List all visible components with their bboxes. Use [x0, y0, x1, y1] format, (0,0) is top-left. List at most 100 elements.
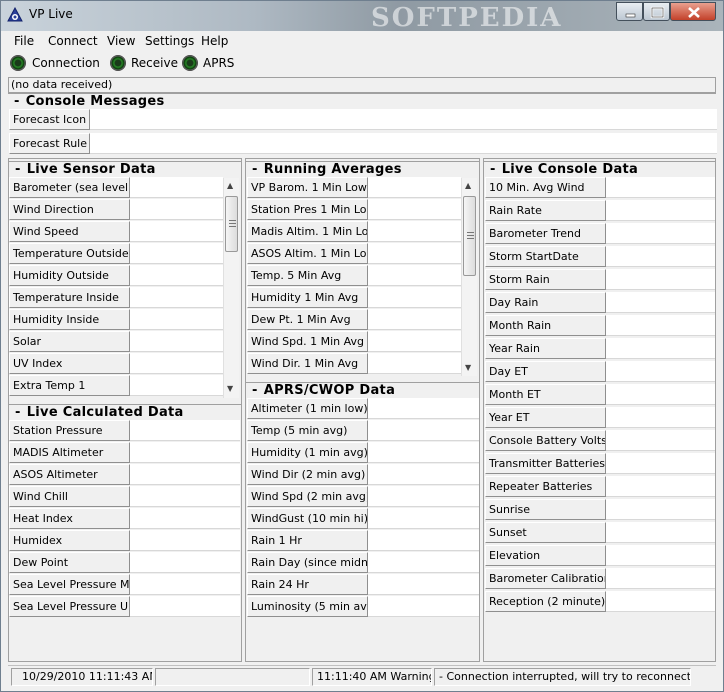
menu-file[interactable]: File — [14, 34, 34, 48]
window-title: VP Live — [29, 7, 73, 21]
forecast-rule-value — [90, 133, 717, 154]
field-value — [368, 596, 479, 617]
field-value — [606, 177, 715, 198]
field-value — [606, 499, 715, 520]
menu-connect[interactable]: Connect — [48, 34, 98, 48]
field-value — [130, 353, 223, 374]
scroll-up-icon[interactable]: ▲ — [227, 181, 233, 190]
field-year-et: Year ET — [485, 407, 715, 429]
field-label: Wind Dir (2 min avg) — [247, 464, 368, 485]
receive-led-icon — [110, 55, 126, 71]
status-line: (no data received) — [8, 77, 716, 93]
field-value — [606, 200, 715, 221]
field-humidity-1-min-avg: Humidity 1 Min Avg — [247, 287, 461, 309]
field-value — [130, 177, 223, 198]
forecast-icon-value — [90, 109, 717, 130]
field-label: UV Index — [9, 353, 130, 374]
field-sea-level-pressure-m: Sea Level Pressure M — [9, 574, 240, 596]
live-sensor-scrollbar[interactable]: ▲ ▼ — [223, 178, 239, 398]
field-value — [368, 508, 479, 529]
scroll-thumb[interactable] — [463, 196, 476, 276]
field-10-min-avg-wind: 10 Min. Avg Wind — [485, 177, 715, 199]
field-label: WindGust (10 min hi) — [247, 508, 368, 529]
field-transmitter-batteries: Transmitter Batteries — [485, 453, 715, 475]
field-value — [130, 243, 223, 264]
field-barometer-sea-level: Barometer (sea level) — [9, 177, 223, 199]
field-value — [368, 199, 461, 220]
field-value — [130, 287, 223, 308]
maximize-button[interactable] — [643, 2, 670, 21]
menu-settings[interactable]: Settings — [145, 34, 194, 48]
field-label: Temp (5 min avg) — [247, 420, 368, 441]
scroll-up-icon[interactable]: ▲ — [465, 181, 471, 190]
field-label: Humidity (1 min avg) — [247, 442, 368, 463]
field-value — [606, 545, 715, 566]
field-value — [368, 530, 479, 551]
title-bar[interactable]: VP Live SOFTPEDIA — [1, 1, 723, 33]
field-value — [130, 552, 240, 573]
console-messages-header: - Console Messages — [8, 93, 716, 109]
live-calculated-header: - Live Calculated Data — [9, 404, 241, 420]
field-label: Station Pressure — [9, 420, 130, 441]
aprs-cwop-header: - APRS/CWOP Data — [246, 382, 479, 398]
field-value — [606, 361, 715, 382]
connection-led-icon — [10, 55, 26, 71]
field-label: Year ET — [485, 407, 606, 428]
field-label: Barometer Trend — [485, 223, 606, 244]
menu-help[interactable]: Help — [201, 34, 228, 48]
indicator-toolbar: Connection Receive APRS — [8, 51, 716, 76]
field-value — [368, 464, 479, 485]
field-value — [130, 596, 240, 617]
field-label: Storm Rain — [485, 269, 606, 290]
maximize-icon — [650, 6, 665, 19]
field-label: Altimeter (1 min low) — [247, 398, 368, 419]
field-value — [606, 246, 715, 267]
field-label: Luminosity (5 min avg) — [247, 596, 368, 617]
field-temp-5-min-avg: Temp. 5 Min Avg — [247, 265, 461, 287]
field-label: Dew Pt. 1 Min Avg — [247, 309, 368, 330]
field-value — [130, 530, 240, 551]
field-barometer-calibration: Barometer Calibration — [485, 568, 715, 590]
watermark: SOFTPEDIA — [371, 3, 563, 33]
field-sunrise: Sunrise — [485, 499, 715, 521]
field-station-pressure: Station Pressure — [9, 420, 240, 442]
scroll-down-icon[interactable]: ▼ — [227, 384, 233, 393]
live-sensor-header: - Live Sensor Data — [9, 161, 241, 177]
field-label: Solar — [9, 331, 130, 352]
app-window: VP Live SOFTPEDIA File Connect View Sett… — [0, 0, 724, 692]
field-label: Elevation — [485, 545, 606, 566]
field-humidity-outside: Humidity Outside — [9, 265, 223, 287]
app-icon — [7, 7, 23, 22]
field-vp-barom-1-min-low: VP Barom. 1 Min Low — [247, 177, 461, 199]
field-wind-dir-2-min-avg: Wind Dir (2 min avg) — [247, 464, 479, 486]
field-label: Forecast Rule — [9, 133, 90, 154]
field-wind-direction: Wind Direction — [9, 199, 223, 221]
scroll-thumb[interactable] — [225, 196, 238, 252]
field-rain-day-since-midnt: Rain Day (since midnt) — [247, 552, 479, 574]
running-averages-scrollbar[interactable]: ▲ ▼ — [461, 178, 477, 376]
field-label: Month Rain — [485, 315, 606, 336]
minimize-button[interactable] — [616, 2, 643, 21]
field-temperature-outside: Temperature Outside — [9, 243, 223, 265]
field-sunset: Sunset — [485, 522, 715, 544]
close-button[interactable] — [670, 2, 716, 21]
menu-view[interactable]: View — [107, 34, 135, 48]
field-rain-rate: Rain Rate — [485, 200, 715, 222]
field-value — [130, 309, 223, 330]
field-value — [130, 486, 240, 507]
field-dew-pt-1-min-avg: Dew Pt. 1 Min Avg — [247, 309, 461, 331]
scroll-down-icon[interactable]: ▼ — [465, 363, 471, 372]
field-label: Dew Point — [9, 552, 130, 573]
field-label: Storm StartDate — [485, 246, 606, 267]
field-value — [368, 265, 461, 286]
minimize-icon — [625, 13, 636, 18]
field-extra-temp-1: Extra Temp 1 — [9, 375, 223, 397]
field-label: Wind Chill — [9, 486, 130, 507]
field-console-battery-volts: Console Battery Volts — [485, 430, 715, 452]
field-heat-index: Heat Index — [9, 508, 240, 530]
field-humidex: Humidex — [9, 530, 240, 552]
field-label: Sea Level Pressure M — [9, 574, 130, 595]
field-year-rain: Year Rain — [485, 338, 715, 360]
field-label: Sunrise — [485, 499, 606, 520]
field-value — [368, 331, 461, 352]
